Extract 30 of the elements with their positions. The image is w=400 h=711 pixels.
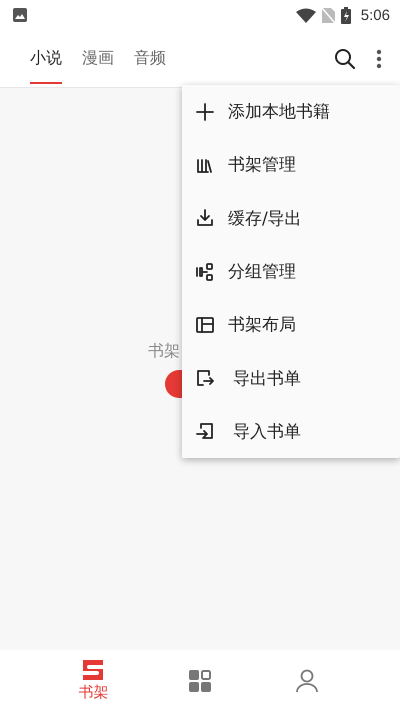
wifi-icon	[296, 8, 316, 22]
menu-item[interactable]: 分组管理	[182, 244, 400, 298]
nav-tab[interactable]: 书架	[40, 650, 147, 711]
image-icon	[13, 8, 27, 22]
nav-label: 书架	[78, 683, 108, 702]
download-icon	[195, 208, 215, 228]
import-icon	[195, 421, 215, 442]
battery-icon	[340, 6, 351, 24]
export-icon	[195, 368, 215, 388]
tab[interactable]: 音频	[124, 30, 176, 87]
tab[interactable]: 漫画	[72, 30, 124, 87]
no-sim-icon	[322, 8, 335, 22]
layout-icon	[195, 314, 215, 335]
search-icon	[334, 48, 356, 70]
action-button[interactable]	[165, 370, 182, 398]
menu-item[interactable]: 书架布局	[182, 298, 400, 352]
tab[interactable]: 小说	[20, 30, 72, 87]
plus-icon	[195, 102, 215, 122]
more-icon	[376, 48, 382, 68]
empty-message: 书架	[148, 341, 180, 362]
menu-item[interactable]: 书架管理	[182, 138, 400, 192]
status-time: 5:06	[360, 6, 390, 24]
person-icon	[296, 668, 318, 692]
grid-icon	[188, 670, 211, 692]
menu-item[interactable]: 导入书单	[182, 404, 400, 458]
group-icon	[195, 262, 215, 282]
menu-item[interactable]: 导出书单	[182, 351, 400, 405]
bookshelf-icon	[81, 659, 106, 681]
menu-item[interactable]: 缓存/导出	[182, 192, 400, 245]
menu-item[interactable]: 添加本地书籍	[182, 85, 400, 138]
